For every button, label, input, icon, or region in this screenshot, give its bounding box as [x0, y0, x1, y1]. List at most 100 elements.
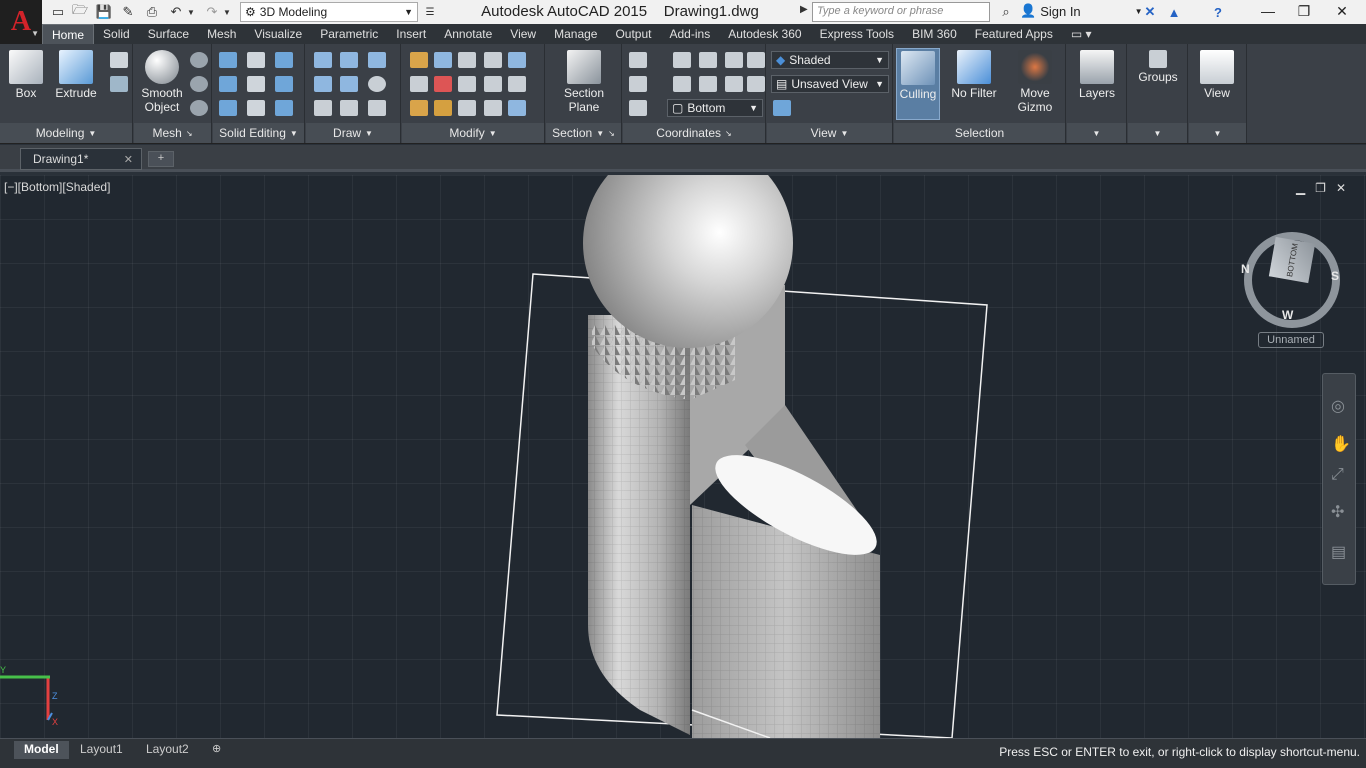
- a360-icon[interactable]: ▲: [1164, 2, 1184, 22]
- panel-title-view-tools[interactable]: ▼: [1189, 123, 1246, 143]
- tab-add-ins[interactable]: Add-ins: [661, 24, 720, 44]
- 3d-move-icon[interactable]: [434, 52, 452, 68]
- panel-title-draw[interactable]: Draw ▼: [306, 123, 400, 143]
- rectangle-icon[interactable]: [340, 100, 358, 116]
- rotate-icon[interactable]: [458, 76, 476, 92]
- thicken-icon[interactable]: [247, 100, 265, 116]
- no-filter-button[interactable]: No Filter: [946, 48, 1002, 100]
- steering-wheel-icon[interactable]: ◎: [1331, 396, 1345, 416]
- panel-title-mesh[interactable]: Mesh ↘: [134, 123, 211, 143]
- offset-icon[interactable]: [508, 76, 526, 92]
- new-drawing-tab-button[interactable]: +: [148, 151, 174, 167]
- tab-bim-360[interactable]: BIM 360: [903, 24, 966, 44]
- slice-icon[interactable]: [247, 76, 265, 92]
- tab-solid[interactable]: Solid: [94, 24, 139, 44]
- save-icon[interactable]: 💾: [94, 2, 114, 22]
- undo-dropdown-icon[interactable]: ▼: [186, 2, 196, 22]
- mirror-icon[interactable]: [508, 100, 526, 116]
- circle-icon[interactable]: [368, 76, 386, 92]
- close-icon[interactable]: ✕: [124, 153, 133, 166]
- section-plane-button[interactable]: Section Plane: [558, 48, 610, 114]
- tab-manage[interactable]: Manage: [545, 24, 606, 44]
- exchange-apps-icon[interactable]: ✕: [1140, 2, 1160, 22]
- orbit-icon[interactable]: ✣: [1331, 502, 1344, 522]
- copy-icon[interactable]: [484, 76, 502, 92]
- panel-title-solid-editing[interactable]: Solid Editing ▼: [213, 123, 304, 143]
- ucs-x-icon[interactable]: [673, 52, 691, 68]
- print-icon[interactable]: ⎙: [142, 2, 162, 22]
- workspace-dropdown[interactable]: ⚙ 3D Modeling ▼: [240, 2, 418, 22]
- undo-icon[interactable]: ↶: [166, 2, 186, 22]
- panel-title-modeling[interactable]: Modeling ▼: [0, 123, 132, 143]
- compass-west[interactable]: W: [1282, 308, 1293, 322]
- 3d-align-icon[interactable]: [434, 100, 452, 116]
- separate-icon[interactable]: [275, 76, 293, 92]
- sweep-icon[interactable]: [110, 76, 128, 92]
- refine-mesh-icon[interactable]: [190, 100, 208, 116]
- document-tab-drawing1[interactable]: Drawing1* ✕: [20, 148, 142, 170]
- restore-button[interactable]: ❐: [1286, 0, 1322, 22]
- layout-tab-layout1[interactable]: Layout1: [70, 741, 133, 759]
- tab-insert[interactable]: Insert: [387, 24, 435, 44]
- extrude-button[interactable]: Extrude: [52, 48, 100, 100]
- ucs-world-icon[interactable]: [629, 76, 647, 92]
- panel-title-section[interactable]: Section ▼ ↘: [546, 123, 621, 143]
- tab-home[interactable]: Home: [42, 24, 95, 44]
- ucs-view-icon[interactable]: [747, 52, 765, 68]
- close-icon[interactable]: ✕: [1336, 181, 1346, 195]
- smooth-more-icon[interactable]: [190, 52, 208, 68]
- panel-title-groups[interactable]: ▼: [1128, 123, 1187, 143]
- ucs-previous-icon[interactable]: [629, 100, 647, 116]
- drawing-viewport[interactable]: [−][Bottom][Shaded] ▁ ❐ ✕ BOTTOM N S W U…: [0, 175, 1366, 738]
- application-menu-button[interactable]: A ▼: [0, 0, 42, 44]
- ucs-zaxis-icon[interactable]: [725, 76, 743, 92]
- tab-view[interactable]: View: [501, 24, 545, 44]
- ucs-named-dropdown[interactable]: ▢ Bottom ▼: [667, 99, 763, 117]
- subtract-icon[interactable]: [219, 76, 237, 92]
- redo-icon[interactable]: ↷: [202, 2, 222, 22]
- tab-mesh[interactable]: Mesh: [198, 24, 245, 44]
- extrude-faces-icon[interactable]: [275, 52, 293, 68]
- groups-button[interactable]: Groups: [1134, 48, 1182, 84]
- box-button[interactable]: Box: [2, 48, 50, 100]
- move-icon[interactable]: [458, 52, 476, 68]
- polygon-icon[interactable]: [314, 100, 332, 116]
- fillet-icon[interactable]: [410, 76, 428, 92]
- zoom-extents-icon[interactable]: ⤢: [1331, 466, 1344, 484]
- spline-icon[interactable]: [314, 76, 332, 92]
- binoculars-icon[interactable]: ⌕: [996, 2, 1016, 22]
- open-folder-icon[interactable]: 🗁: [70, 2, 90, 22]
- layers-button[interactable]: Layers: [1073, 48, 1121, 100]
- ribbon-options-icon[interactable]: ▭ ▾: [1062, 24, 1101, 44]
- tab-express-tools[interactable]: Express Tools: [811, 24, 903, 44]
- compass-south[interactable]: S: [1331, 269, 1339, 283]
- intersect-icon[interactable]: [219, 100, 237, 116]
- arc-icon[interactable]: [368, 52, 386, 68]
- visual-style-dropdown[interactable]: ◆ Shaded ▼: [771, 51, 889, 69]
- save-as-icon[interactable]: ✎: [118, 2, 138, 22]
- panel-title-view[interactable]: View ▼: [767, 123, 892, 143]
- culling-button[interactable]: Culling: [896, 48, 940, 120]
- search-expand-icon[interactable]: ▶: [800, 4, 808, 15]
- sign-in-button[interactable]: 👤 Sign In ▼: [1020, 3, 1143, 19]
- tab-parametric[interactable]: Parametric: [311, 24, 387, 44]
- new-file-icon[interactable]: ▭: [48, 2, 68, 22]
- restore-icon[interactable]: ❐: [1315, 181, 1326, 195]
- panel-title-modify[interactable]: Modify ▼: [402, 123, 544, 143]
- showmotion-icon[interactable]: ▤: [1331, 542, 1346, 562]
- redo-dropdown-icon[interactable]: ▼: [222, 2, 232, 22]
- layout-tab-layout2[interactable]: Layout2: [136, 741, 199, 759]
- helix-icon[interactable]: [340, 52, 358, 68]
- move-gizmo-button[interactable]: Move Gizmo: [1008, 48, 1062, 114]
- smooth-object-button[interactable]: Smooth Object: [136, 48, 188, 114]
- tab-featured-apps[interactable]: Featured Apps: [966, 24, 1062, 44]
- trim-icon[interactable]: [410, 52, 428, 68]
- customize-qat-icon[interactable]: ☰: [420, 2, 440, 22]
- viewcube[interactable]: BOTTOM: [1268, 236, 1316, 284]
- smooth-less-icon[interactable]: [190, 76, 208, 92]
- tab-autodesk-360[interactable]: Autodesk 360: [719, 24, 810, 44]
- ucs-menu[interactable]: Unnamed: [1258, 332, 1324, 348]
- extract-edges-icon[interactable]: [247, 52, 265, 68]
- viewport-config-icon[interactable]: [773, 100, 791, 116]
- view-button[interactable]: View: [1193, 48, 1241, 100]
